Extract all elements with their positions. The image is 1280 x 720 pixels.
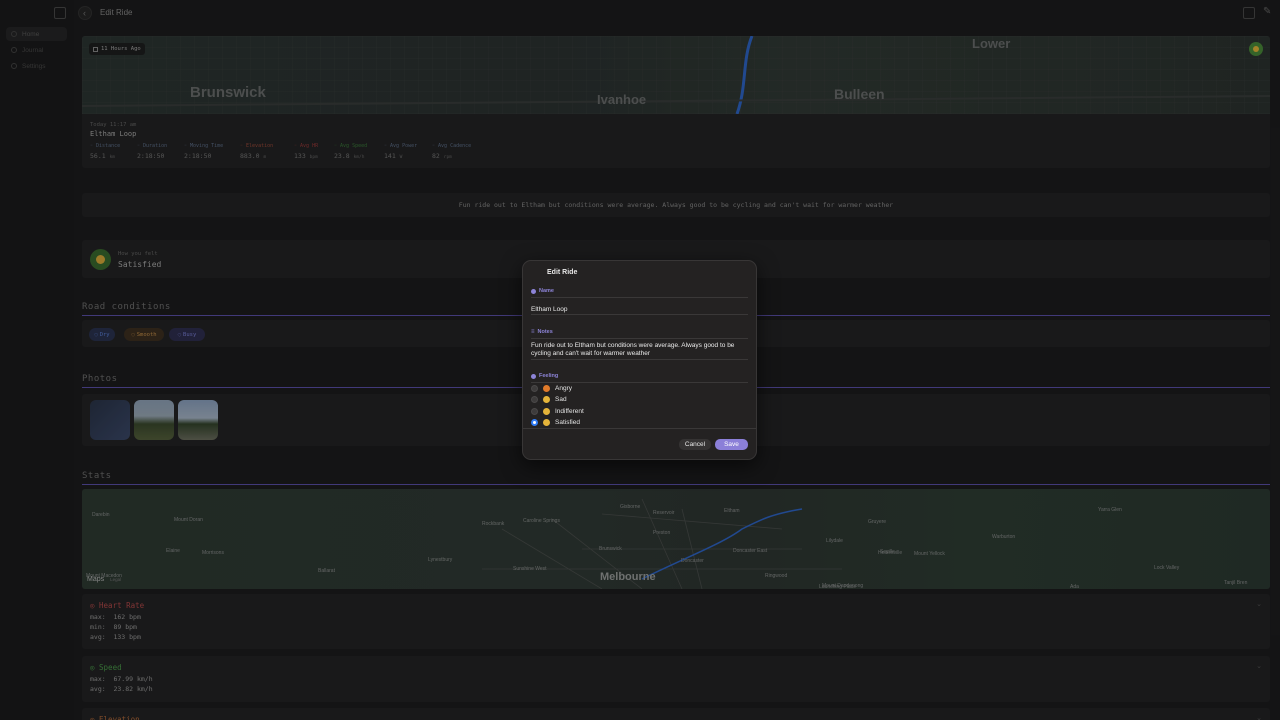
radio-button[interactable]: [531, 407, 538, 415]
emoji-icon: [543, 407, 550, 415]
emoji-icon: [543, 396, 550, 404]
feeling-option-angry[interactable]: Angry: [531, 385, 572, 392]
feeling-option-indifferent[interactable]: Indifferent: [531, 407, 584, 415]
list-icon: ≡: [531, 329, 535, 335]
radio-button[interactable]: [531, 418, 538, 426]
emoji-icon: [543, 385, 550, 392]
name-field[interactable]: Eltham Loop: [531, 306, 568, 313]
save-button[interactable]: Save: [715, 439, 748, 450]
notes-label: ≡ Notes: [531, 329, 553, 335]
radio-button[interactable]: [531, 396, 538, 404]
smile-icon: [531, 373, 536, 379]
emoji-icon: [543, 418, 550, 426]
edit-ride-dialog: Edit Ride Name Eltham Loop ≡ Notes Fun ri…: [522, 260, 757, 460]
tag-icon: [531, 288, 536, 294]
cancel-button[interactable]: Cancel: [679, 439, 711, 450]
feeling-option-satisfied[interactable]: Satisfied: [531, 418, 580, 426]
dialog-title: Edit Ride: [547, 269, 578, 276]
feeling-option-sad[interactable]: Sad: [531, 396, 567, 404]
notes-field[interactable]: Fun ride out to Eltham but conditions we…: [531, 342, 751, 358]
feeling-label: Feeling: [531, 373, 558, 379]
name-label: Name: [531, 288, 554, 294]
radio-button[interactable]: [531, 385, 538, 392]
